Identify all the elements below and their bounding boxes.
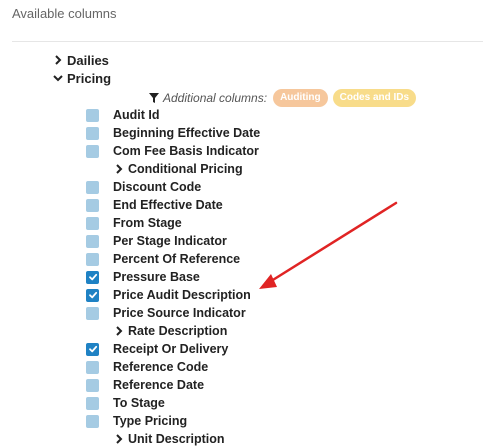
divider bbox=[12, 41, 483, 42]
chevron-right-icon bbox=[113, 325, 125, 337]
column-label: Audit Id bbox=[113, 108, 160, 122]
column-label: Beginning Effective Date bbox=[113, 126, 261, 140]
group-pricing[interactable]: Pricing bbox=[52, 69, 111, 87]
checkbox[interactable] bbox=[86, 396, 99, 410]
checkbox-checked[interactable] bbox=[86, 288, 99, 302]
checkbox[interactable] bbox=[86, 144, 99, 158]
column-label: Conditional Pricing bbox=[128, 162, 243, 176]
chevron-right-icon bbox=[52, 54, 64, 66]
column-label: End Effective Date bbox=[113, 198, 223, 212]
column-row: Reference Date bbox=[86, 376, 204, 394]
column-group-row[interactable]: Rate Description bbox=[113, 322, 227, 340]
auditing-pill[interactable]: Auditing bbox=[273, 89, 328, 107]
column-label: Receipt Or Delivery bbox=[113, 342, 229, 356]
column-row: From Stage bbox=[86, 214, 182, 232]
column-row: Type Pricing bbox=[86, 412, 187, 430]
checkbox[interactable] bbox=[86, 108, 99, 122]
column-row: Price Source Indicator bbox=[86, 304, 246, 322]
checkbox[interactable] bbox=[86, 198, 99, 212]
column-label: Price Source Indicator bbox=[113, 306, 246, 320]
checkbox[interactable] bbox=[86, 414, 99, 428]
column-row: Per Stage Indicator bbox=[86, 232, 227, 250]
checkbox[interactable] bbox=[86, 126, 99, 140]
column-row: End Effective Date bbox=[86, 196, 223, 214]
codes-and-ids-pill[interactable]: Codes and IDs bbox=[332, 89, 417, 107]
column-row: Beginning Effective Date bbox=[86, 124, 260, 142]
additional-columns: Additional columns: Auditing Codes and I… bbox=[148, 88, 419, 108]
checkbox-checked[interactable] bbox=[86, 270, 99, 284]
column-row: Com Fee Basis Indicator bbox=[86, 142, 259, 160]
column-label: To Stage bbox=[113, 396, 165, 410]
checkbox[interactable] bbox=[86, 180, 99, 194]
chevron-down-icon bbox=[52, 72, 64, 84]
column-label: Com Fee Basis Indicator bbox=[113, 144, 259, 158]
column-label: Rate Description bbox=[128, 324, 228, 338]
column-label: Pressure Base bbox=[113, 270, 200, 284]
additional-columns-label: Additional columns: bbox=[163, 91, 268, 105]
column-label: Per Stage Indicator bbox=[113, 234, 227, 248]
column-label: From Stage bbox=[113, 216, 182, 230]
column-label: Percent Of Reference bbox=[113, 252, 241, 266]
column-label: Price Audit Description bbox=[113, 288, 251, 302]
checkbox[interactable] bbox=[86, 252, 99, 266]
panel-title: Available columns bbox=[12, 6, 117, 21]
checkbox[interactable] bbox=[86, 306, 99, 320]
checkbox-checked[interactable] bbox=[86, 342, 99, 356]
column-group-row[interactable]: Unit Description bbox=[113, 430, 225, 448]
column-label: Reference Code bbox=[113, 360, 209, 374]
column-group-row[interactable]: Conditional Pricing bbox=[113, 160, 243, 178]
group-pricing-label: Pricing bbox=[67, 70, 112, 86]
checkbox[interactable] bbox=[86, 378, 99, 392]
column-row: Percent Of Reference bbox=[86, 250, 240, 268]
filter-icon bbox=[148, 92, 160, 104]
chevron-right-icon bbox=[113, 163, 125, 175]
column-row: Audit Id bbox=[86, 106, 160, 124]
column-row: Price Audit Description bbox=[86, 286, 251, 304]
column-label: Unit Description bbox=[128, 432, 225, 446]
column-row: Receipt Or Delivery bbox=[86, 340, 228, 358]
column-label: Discount Code bbox=[113, 180, 202, 194]
group-dailies-label: Dailies bbox=[67, 52, 109, 68]
chevron-right-icon bbox=[113, 433, 125, 445]
column-row: Pressure Base bbox=[86, 268, 200, 286]
column-row: To Stage bbox=[86, 394, 165, 412]
checkbox[interactable] bbox=[86, 360, 99, 374]
group-dailies[interactable]: Dailies bbox=[52, 51, 109, 69]
checkbox[interactable] bbox=[86, 216, 99, 230]
column-row: Discount Code bbox=[86, 178, 201, 196]
checkbox[interactable] bbox=[86, 234, 99, 248]
column-label: Reference Date bbox=[113, 378, 205, 392]
column-row: Reference Code bbox=[86, 358, 208, 376]
column-label: Type Pricing bbox=[113, 414, 188, 428]
